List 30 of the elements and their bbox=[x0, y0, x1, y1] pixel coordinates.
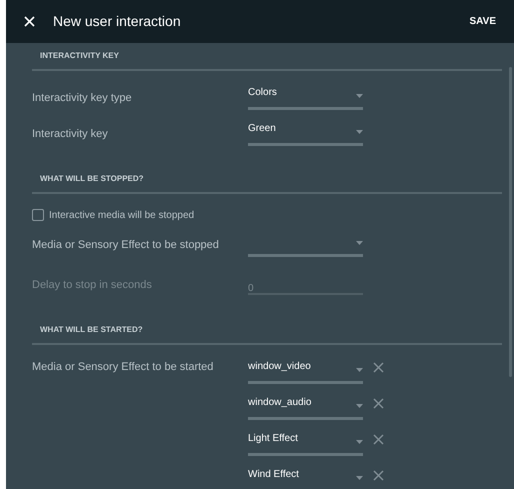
dialog-title: New user interaction bbox=[53, 12, 181, 31]
dropdown-caret-icon bbox=[356, 476, 363, 480]
dropdown-caret-icon bbox=[356, 241, 363, 245]
field-label: Delay to stop in seconds bbox=[32, 278, 153, 293]
dropdown-field[interactable]: Green bbox=[248, 122, 363, 146]
section-heading: INTERACTIVITY KEY bbox=[40, 51, 119, 60]
dropdown-field[interactable]: Light Effect bbox=[248, 432, 363, 456]
dropdown-field[interactable]: window_audio bbox=[248, 396, 363, 420]
save-button[interactable]: SAVE bbox=[470, 14, 496, 29]
field-label: Media or Sensory Effect to be started bbox=[32, 360, 214, 374]
dropdown-field[interactable]: window_video bbox=[248, 360, 363, 384]
dropdown-field[interactable]: Colors bbox=[248, 86, 363, 110]
dropdown-caret-icon bbox=[356, 404, 363, 408]
dropdown-caret-icon bbox=[356, 440, 363, 444]
dropdown-caret-icon bbox=[356, 368, 363, 372]
field-label: Interactivity key type bbox=[32, 90, 133, 106]
remove-icon[interactable] bbox=[373, 470, 384, 481]
section-heading: WHAT WILL BE STARTED? bbox=[40, 325, 143, 334]
dropdown-field[interactable]: Wind Effect bbox=[248, 468, 363, 489]
checkbox-label: Interactive media will be stopped bbox=[49, 208, 194, 222]
remove-icon[interactable] bbox=[373, 398, 384, 409]
close-icon[interactable] bbox=[24, 16, 35, 27]
dropdown-caret-icon bbox=[356, 130, 363, 134]
remove-icon[interactable] bbox=[373, 434, 384, 445]
dropdown-caret-icon bbox=[356, 94, 363, 98]
field-label: Interactivity key bbox=[32, 126, 109, 142]
remove-icon[interactable] bbox=[373, 362, 384, 373]
field-label: Media or Sensory Effect to be stopped bbox=[32, 238, 220, 253]
checkbox[interactable] bbox=[32, 209, 44, 221]
section-heading: WHAT WILL BE STOPPED? bbox=[40, 174, 144, 183]
